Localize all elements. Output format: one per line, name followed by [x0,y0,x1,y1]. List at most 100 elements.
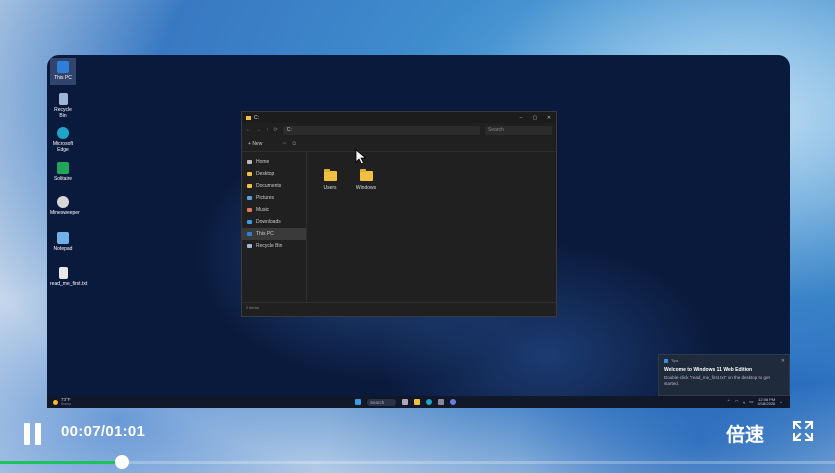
pause-button[interactable] [24,423,44,447]
speaker-icon[interactable]: ◖ [743,400,746,405]
start-icon[interactable] [355,399,361,405]
weather-condition: Sunny [61,402,71,406]
nav-label: Home [256,159,270,165]
nav-label: Desktop [256,171,275,177]
clock-date: 4/18/2026 [757,401,776,406]
explorer-title-bar[interactable]: C: – ▢ ✕ [242,112,556,123]
music-icon [247,208,252,212]
progress-fill [0,461,122,464]
nav-item-documents[interactable]: Documents [242,180,306,192]
desktop-icon-label: Solitaire [53,176,73,182]
nav-item-music[interactable]: Music [242,204,306,216]
pictures-icon [247,196,252,200]
folder-users[interactable]: Users [318,169,342,191]
maximize-icon[interactable]: ▢ [528,115,542,121]
forward-arrow-icon[interactable]: → [256,127,261,133]
video-controls: 00:07/01:01 倍速 [0,408,835,473]
explorer-title: C: [254,114,259,121]
download-icon [247,220,252,224]
weather-temp: 73°F [61,396,71,402]
folder-icon [359,169,373,181]
nav-label: Recycle Bin [256,243,283,249]
app-icon[interactable] [450,399,456,405]
nav-item-this-pc[interactable]: This PC [242,228,306,240]
edge-icon[interactable] [426,399,432,405]
taskbar: 73°F Sunny Search ⌃ ◠ ◖ ▭ 12:06 PM 4/18/… [47,396,790,408]
back-arrow-icon[interactable]: ← [246,127,251,133]
desktop-icon-notepad[interactable]: Notepad [50,232,76,252]
desktop-icon-solitaire[interactable]: Solitaire [50,162,76,182]
notification-bell-icon[interactable]: ◔ [779,400,782,405]
desktop-icon-this-pc[interactable]: This PC [50,58,76,85]
nav-label: Documents [256,183,282,189]
monitor-icon [57,61,69,73]
tips-app-icon [664,358,668,363]
text-file-icon [58,267,68,279]
mouse-cursor-icon [355,149,367,165]
address-bar[interactable]: C: [282,125,480,135]
progress-handle[interactable] [114,455,129,469]
taskbar-search[interactable]: Search [367,398,396,406]
nav-item-pictures[interactable]: Pictures [242,192,306,204]
task-view-icon[interactable] [402,399,408,405]
desktop-icon-readme[interactable]: read_me_first.txt [50,267,87,287]
sun-icon [53,399,58,405]
playback-speed-button[interactable]: 倍速 [726,420,764,447]
recycle-bin-icon [247,244,252,248]
folder-label: Users [323,185,337,191]
navigation-pane: Home Desktop Documents Pictures Music Do… [242,152,307,302]
up-arrow-icon[interactable]: ↑ [266,127,269,133]
new-button-label: New [252,141,263,147]
folder-label: Windows [355,185,377,191]
desktop-icon-label: Recycle Bin [54,107,72,119]
nav-item-downloads[interactable]: Downloads [242,216,306,228]
file-list-area: Users Windows [307,149,556,302]
file-explorer-window[interactable]: C: – ▢ ✕ ← → ↑ ⟳ C: Search + New ✂ ⧉ Hom… [241,111,557,317]
nav-item-home[interactable]: Home [242,156,306,168]
solitaire-icon [57,162,69,174]
nav-label: This PC [256,231,274,237]
monitor-icon [247,232,252,236]
nav-label: Pictures [256,195,275,201]
cut-icon[interactable]: ✂ [282,141,286,147]
time-display: 00:07/01:01 [61,423,146,440]
nav-label: Downloads [256,219,281,225]
desktop-icon-minesweeper[interactable]: Minesweeper [50,196,80,216]
battery-icon[interactable]: ▭ [749,399,753,405]
toast-body: Double-click "read_me_first.txt" on the … [664,375,770,386]
folder-icon [246,115,251,120]
desktop-icon-label: read_me_first.txt [50,281,88,287]
nav-item-recycle-bin[interactable]: Recycle Bin [242,240,306,252]
desktop-icon-label: Microsoft Edge [52,141,74,153]
close-icon[interactable]: ✕ [542,115,556,121]
desktop-icon-edge[interactable]: Microsoft Edge [50,127,76,153]
chart-icon[interactable] [438,399,444,405]
notepad-icon [57,232,69,244]
close-icon[interactable]: ✕ [781,358,785,364]
home-icon [247,160,252,164]
folder-windows[interactable]: Windows [354,169,378,191]
search-input[interactable]: Search [485,125,552,135]
wifi-icon[interactable]: ◠ [735,399,739,405]
nav-item-desktop[interactable]: Desktop [242,168,306,180]
desktop-icon-label: This PC [54,75,72,81]
file-explorer-icon[interactable] [414,399,420,405]
new-button[interactable]: + New [248,141,262,147]
recycle-bin-icon [58,93,68,105]
edge-icon [57,127,69,139]
clock[interactable]: 12:06 PM 4/18/2026 [757,397,776,407]
notification-toast[interactable]: Tips ✕ Welcome to Windows 11 Web Edition… [658,354,790,396]
chevron-up-icon[interactable]: ⌃ [727,399,731,405]
pause-icon [24,423,30,445]
folder-icon [247,184,252,188]
folder-icon [247,172,252,176]
toast-title: Welcome to Windows 11 Web Edition [664,367,753,373]
refresh-icon[interactable]: ⟳ [274,127,278,133]
copy-icon[interactable]: ⧉ [293,141,297,147]
weather-widget[interactable]: 73°F Sunny [47,396,71,407]
desktop-icon-recycle-bin[interactable]: Recycle Bin [50,93,76,119]
minimize-icon[interactable]: – [514,115,528,121]
toast-app-name: Tips [671,358,679,363]
video-frame[interactable]: This PC Recycle Bin Microsoft Edge Solit… [47,55,790,408]
fullscreen-icon[interactable] [792,420,814,442]
